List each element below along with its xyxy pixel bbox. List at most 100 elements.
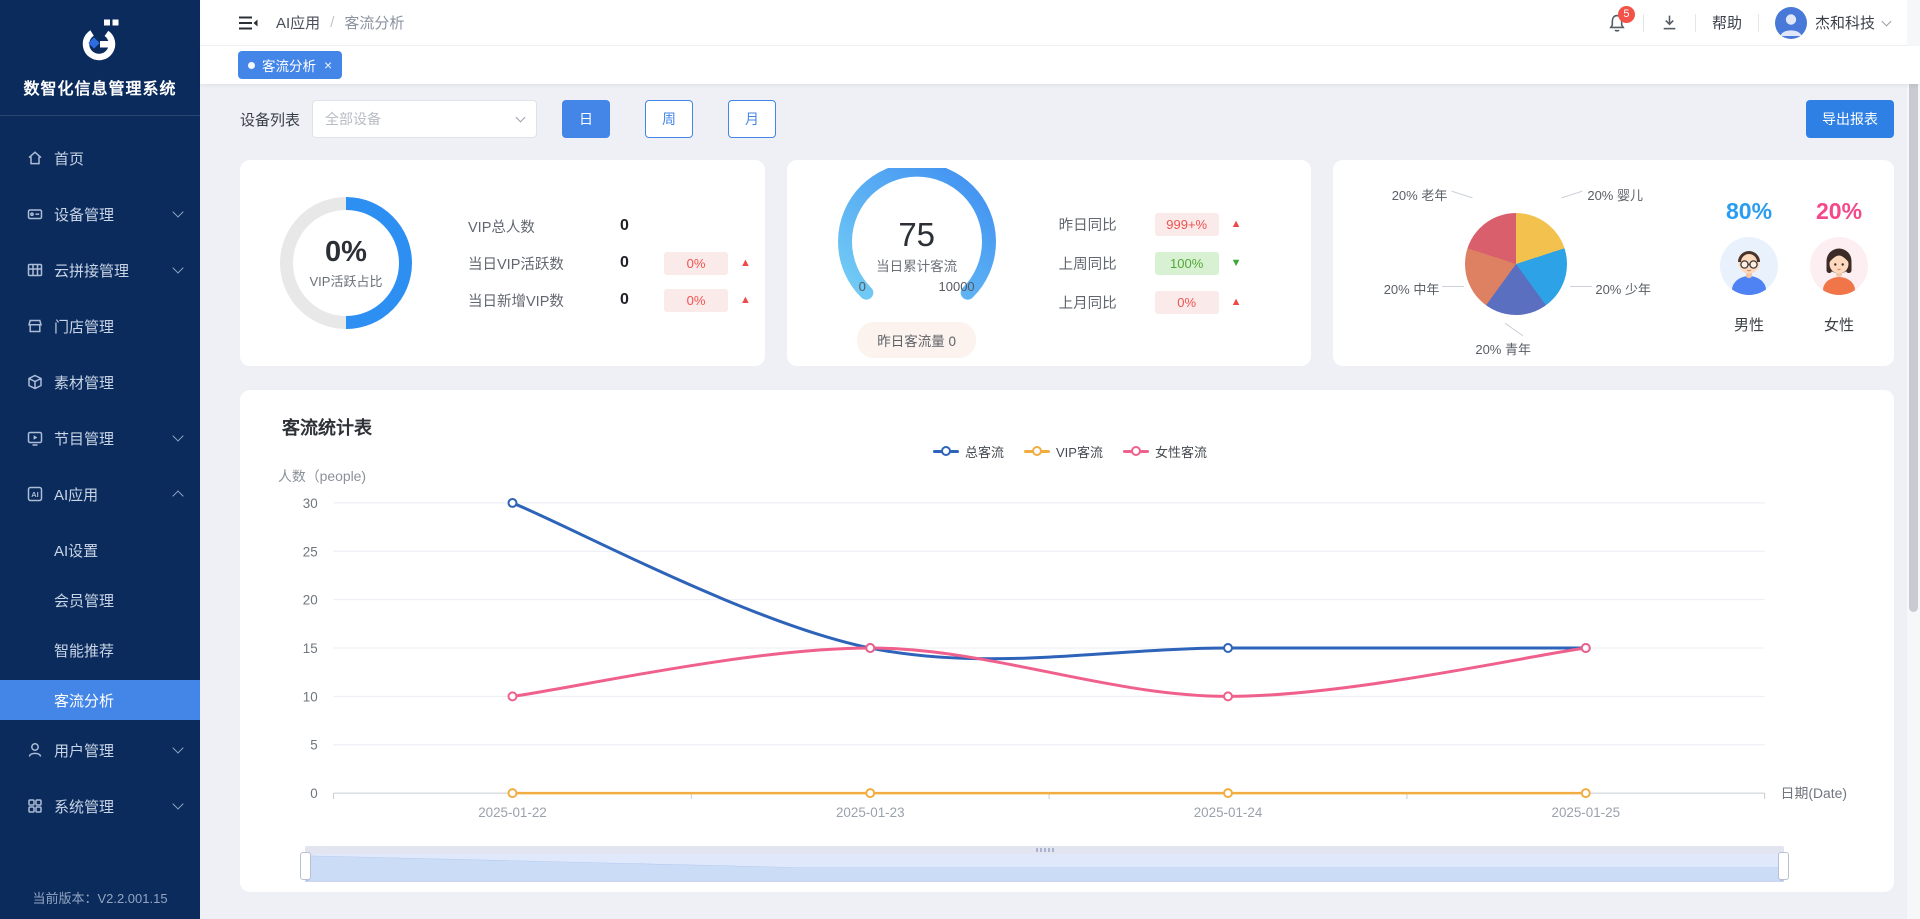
store-icon [26, 317, 44, 335]
female-label: 女性 [1824, 314, 1854, 335]
sidebar-item-cloud-splice-mgmt[interactable]: 云拼接管理 [0, 250, 200, 290]
vip-activity-percent: 0% [325, 236, 367, 269]
svg-text:10: 10 [303, 689, 318, 704]
sidebar-collapse-icon[interactable] [238, 14, 258, 32]
legend-item[interactable]: 女性客流 [1123, 442, 1207, 461]
pie-label-elderly: 20% 老年 [1343, 185, 1447, 204]
version-label: 当前版本：V2.2.001.15 [0, 888, 200, 907]
daily-traffic-gauge: 75 当日累计客流 0 10000 昨日客流量 0 [829, 168, 1005, 358]
trend-badge: 0% [664, 289, 728, 312]
sidebar-item-ai-settings[interactable]: AI设置 [0, 530, 200, 570]
trend-badge: 0% [664, 252, 728, 275]
pie-label-middle-aged: 20% 中年 [1343, 279, 1439, 298]
svg-text:15: 15 [303, 641, 318, 656]
logo-block: 数智化信息管理系统 [0, 0, 200, 116]
sidebar-item-system-mgmt[interactable]: 系统管理 [0, 786, 200, 826]
trend-badge: 0% [1155, 291, 1219, 314]
legend-item[interactable]: VIP客流 [1024, 442, 1103, 461]
stat-row: 当日新增VIP数 0 0% ▲ [468, 288, 751, 312]
sidebar-item-smart-recommend[interactable]: 智能推荐 [0, 630, 200, 670]
datazoom-slider[interactable] [305, 846, 1784, 884]
content-area: 设备列表 全部设备 日 周 月 导出报表 0% [200, 84, 1920, 919]
trend-badge: 999+% [1155, 213, 1219, 236]
device-icon [26, 205, 44, 223]
range-month-button[interactable]: 月 [728, 100, 776, 138]
breadcrumb-current: 客流分析 [344, 12, 404, 33]
datazoom-right-handle[interactable] [1778, 852, 1789, 880]
app-root: 数智化信息管理系统 首页 设备管理 云拼接管理 [0, 0, 1920, 919]
sidebar-item-program-mgmt[interactable]: 节目管理 [0, 418, 200, 458]
page-scrollbar[interactable] [1907, 0, 1920, 919]
program-screen-icon [26, 429, 44, 447]
stat-row: 昨日同比 999+% ▲ [1059, 212, 1242, 236]
device-select[interactable]: 全部设备 [312, 100, 537, 138]
chart-legend: 总客流 VIP客流 女性客流 [270, 440, 1870, 462]
tab-traffic-analysis[interactable]: 客流分析 × [238, 51, 342, 79]
datazoom-left-handle[interactable] [300, 852, 311, 880]
breadcrumb-parent[interactable]: AI应用 [276, 12, 320, 33]
grid-table-icon [26, 261, 44, 279]
trend-up-icon: ▲ [740, 294, 751, 306]
datazoom-grip[interactable] [1036, 848, 1054, 852]
male-percent: 80% [1726, 198, 1772, 225]
help-link[interactable]: 帮助 [1712, 12, 1742, 33]
range-day-button[interactable]: 日 [562, 100, 610, 138]
male-avatar [1720, 237, 1778, 300]
sidebar-item-user-mgmt[interactable]: 用户管理 [0, 730, 200, 770]
svg-text:2025-01-23: 2025-01-23 [836, 805, 905, 820]
sidebar-item-member-mgmt[interactable]: 会员管理 [0, 580, 200, 620]
svg-text:30: 30 [303, 496, 318, 511]
sidebar-menu: 首页 设备管理 云拼接管理 门店管理 [0, 116, 200, 826]
device-select-placeholder: 全部设备 [325, 109, 517, 129]
download-icon[interactable] [1660, 13, 1679, 32]
range-week-button[interactable]: 周 [645, 100, 693, 138]
vip-summary-card: 0% VIP活跃占比 VIP总人数 0 当日VIP活跃数 0 0% [240, 160, 765, 366]
vip-activity-donut: 0% VIP活跃占比 [280, 197, 412, 329]
line-chart: 0510152025302025-01-222025-01-232025-01-… [270, 462, 1870, 842]
svg-text:2025-01-22: 2025-01-22 [478, 805, 547, 820]
sidebar-item-traffic-analysis[interactable]: 客流分析 [0, 680, 200, 720]
notifications-bell-icon[interactable]: 5 [1607, 13, 1627, 33]
sidebar-item-material-mgmt[interactable]: 素材管理 [0, 362, 200, 402]
scrollbar-thumb[interactable] [1909, 52, 1918, 612]
sidebar: 数智化信息管理系统 首页 设备管理 云拼接管理 [0, 0, 200, 919]
pie-chart [1465, 213, 1567, 315]
breadcrumb: AI应用 / 客流分析 [276, 12, 404, 33]
vip-activity-caption: VIP活跃占比 [310, 271, 383, 290]
svg-text:2025-01-24: 2025-01-24 [1194, 805, 1263, 820]
chevron-up-icon [172, 490, 183, 501]
account-menu[interactable]: 杰和科技 [1775, 7, 1890, 39]
stat-cards-row: 0% VIP活跃占比 VIP总人数 0 当日VIP活跃数 0 0% [240, 160, 1894, 366]
main-area: AI应用 / 客流分析 5 帮助 [200, 0, 1920, 919]
pie-label-juvenile: 20% 少年 [1595, 279, 1651, 298]
gauge-min: 0 [859, 279, 866, 294]
female-ratio: 20% [1810, 198, 1868, 335]
pie-label-infant: 20% 婴儿 [1587, 185, 1643, 204]
brand-logo-icon [77, 18, 123, 69]
traffic-chart-card: 客流统计表 总客流VIP客流女性客流 0510152025302025-01-2… [240, 390, 1894, 892]
svg-text:人数（people): 人数（people) [278, 468, 366, 484]
tab-close-icon[interactable]: × [324, 57, 332, 73]
export-report-button[interactable]: 导出报表 [1806, 100, 1894, 138]
svg-text:5: 5 [310, 738, 317, 753]
sidebar-item-home[interactable]: 首页 [0, 138, 200, 178]
cube-icon [26, 373, 44, 391]
stat-row: VIP总人数 0 [468, 214, 751, 238]
chart-title: 客流统计表 [282, 414, 1870, 440]
legend-item[interactable]: 总客流 [933, 442, 1004, 461]
svg-text:日期(Date): 日期(Date) [1781, 785, 1847, 801]
filter-row: 设备列表 全部设备 日 周 月 导出报表 [240, 100, 1894, 138]
company-name: 杰和科技 [1815, 12, 1875, 33]
sidebar-item-device-mgmt[interactable]: 设备管理 [0, 194, 200, 234]
sidebar-item-ai-apps[interactable]: AI AI应用 [0, 474, 200, 514]
user-icon [26, 741, 44, 759]
home-icon [26, 149, 44, 167]
trend-up-icon: ▲ [740, 257, 751, 269]
sidebar-item-store-mgmt[interactable]: 门店管理 [0, 306, 200, 346]
ai-icon: AI [26, 485, 44, 503]
range-toggle-group: 日 周 月 [562, 100, 776, 138]
trend-up-icon: ▲ [1231, 296, 1242, 308]
chevron-down-icon [172, 430, 183, 441]
svg-text:0: 0 [310, 786, 317, 801]
app-title: 数智化信息管理系统 [14, 75, 186, 99]
